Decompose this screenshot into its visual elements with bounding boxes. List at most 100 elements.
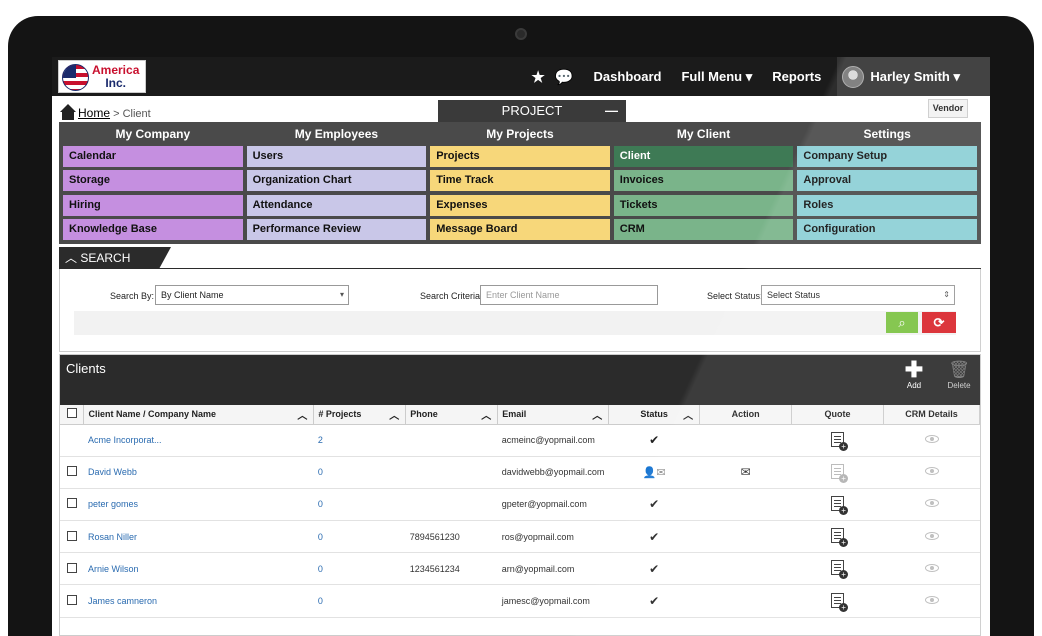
eye-icon[interactable] bbox=[924, 563, 939, 572]
menu-item-client[interactable]: Client bbox=[613, 146, 794, 167]
menu-item-organization-chart[interactable]: Organization Chart bbox=[246, 170, 427, 192]
sort-icon[interactable]: ︿ bbox=[389, 407, 399, 422]
nav-reports[interactable]: Reports bbox=[772, 69, 821, 84]
search-header[interactable]: ︿ SEARCH bbox=[59, 247, 171, 269]
add-client-button[interactable]: ✚ Add bbox=[896, 359, 932, 391]
menu-item-roles[interactable]: Roles bbox=[797, 194, 977, 216]
quote-add-icon[interactable] bbox=[831, 431, 849, 451]
menu-item-crm[interactable]: CRM bbox=[613, 219, 794, 241]
checkmark-icon: ✔ bbox=[649, 561, 660, 576]
menu-item-approval[interactable]: Approval bbox=[797, 170, 977, 192]
menu-col-title[interactable]: Settings bbox=[797, 122, 977, 146]
quote-cell bbox=[791, 584, 884, 618]
projects-count-link[interactable]: 2 bbox=[313, 424, 406, 457]
menu-item-configuration[interactable]: Configuration bbox=[797, 219, 977, 241]
nav-full-menu[interactable]: Full Menu ▾ bbox=[681, 69, 752, 85]
search-criteria-input[interactable]: Enter Client Name bbox=[480, 285, 658, 305]
row-checkbox[interactable] bbox=[66, 562, 77, 573]
eye-icon[interactable] bbox=[924, 499, 939, 508]
col-client-name[interactable]: Client Name / Company Name ︿ bbox=[83, 405, 315, 425]
reset-button[interactable]: ⟳ bbox=[922, 312, 956, 333]
quote-add-icon[interactable] bbox=[831, 560, 849, 580]
projects-count-link[interactable]: 0 bbox=[313, 456, 406, 489]
eye-icon[interactable] bbox=[924, 531, 939, 540]
client-name-link[interactable]: James camneron bbox=[83, 584, 314, 618]
breadcrumb-home-link[interactable]: Home bbox=[78, 106, 110, 120]
col-label: Status bbox=[640, 409, 668, 420]
menu-item-calendar[interactable]: Calendar bbox=[63, 146, 243, 167]
menu-item-performance-review[interactable]: Performance Review bbox=[246, 219, 427, 241]
projects-count-link[interactable]: 0 bbox=[313, 488, 406, 522]
menu-item-invoices[interactable]: Invoices bbox=[613, 170, 794, 192]
col-status[interactable]: Status ︿ bbox=[608, 405, 701, 425]
status-select[interactable]: Select Status ⇕ bbox=[761, 285, 955, 305]
chat-icon[interactable]: 💬 bbox=[555, 68, 574, 86]
quote-add-icon[interactable] bbox=[831, 592, 849, 612]
menu-item-expenses[interactable]: Expenses bbox=[430, 194, 610, 216]
client-name-link[interactable]: David Webb bbox=[83, 456, 314, 489]
quote-cell bbox=[791, 456, 884, 489]
status-cell: ✔ bbox=[608, 424, 700, 457]
company-logo[interactable]: America Inc. bbox=[58, 60, 146, 93]
collapse-icon[interactable]: — bbox=[605, 100, 618, 122]
client-name-link[interactable]: Acme Incorporat... bbox=[83, 424, 314, 457]
email-cell: jamesc@yopmail.com bbox=[497, 584, 609, 618]
projects-count-link[interactable]: 0 bbox=[313, 552, 406, 586]
menu-item-attendance[interactable]: Attendance bbox=[246, 194, 427, 216]
user-menu[interactable]: Harley Smith ▾ bbox=[837, 57, 990, 96]
invite-user-icon[interactable]: 👤✉ bbox=[643, 467, 666, 479]
menu-item-company-setup[interactable]: Company Setup bbox=[797, 146, 977, 167]
vendor-button[interactable]: Vendor bbox=[928, 99, 968, 118]
clients-header: Clients ✚ Add 🗑 Delete bbox=[60, 355, 980, 405]
projects-count-link[interactable]: 0 bbox=[313, 520, 406, 554]
client-name-link[interactable]: Rosan Niller bbox=[83, 520, 314, 554]
menu-col-title[interactable]: My Projects bbox=[430, 122, 610, 146]
col-quote: Quote bbox=[791, 405, 884, 425]
col-projects[interactable]: # Projects ︿ bbox=[313, 405, 407, 425]
menu-item-users[interactable]: Users bbox=[246, 146, 427, 167]
sort-icon[interactable]: ︿ bbox=[592, 407, 602, 422]
client-name-link[interactable]: peter gomes bbox=[83, 488, 314, 522]
row-checkbox[interactable] bbox=[66, 530, 77, 541]
camera-icon bbox=[515, 28, 527, 40]
row-select-cell bbox=[60, 456, 84, 489]
eye-icon[interactable] bbox=[924, 596, 939, 605]
col-phone[interactable]: Phone ︿ bbox=[405, 405, 499, 425]
quote-add-icon[interactable] bbox=[831, 495, 849, 515]
menu-item-message-board[interactable]: Message Board bbox=[430, 219, 610, 241]
menu-item-tickets[interactable]: Tickets bbox=[613, 194, 794, 216]
search-button[interactable]: ⌕ bbox=[886, 312, 918, 333]
row-checkbox[interactable] bbox=[66, 595, 77, 606]
row-checkbox[interactable] bbox=[66, 466, 77, 477]
home-icon[interactable] bbox=[60, 104, 76, 120]
quote-add-icon[interactable] bbox=[831, 528, 849, 548]
star-icon[interactable]: ★ bbox=[531, 68, 544, 86]
project-tab[interactable]: PROJECT — bbox=[438, 100, 626, 122]
table-row: Rosan Niller 0 7894561230 ros@yopmail.co… bbox=[60, 520, 980, 554]
menu-item-projects[interactable]: Projects bbox=[430, 146, 610, 167]
menu-item-storage[interactable]: Storage bbox=[63, 170, 243, 192]
menu-item-knowledge-base[interactable]: Knowledge Base bbox=[63, 219, 243, 241]
row-checkbox[interactable] bbox=[66, 498, 77, 509]
menu-col-title[interactable]: My Company bbox=[63, 122, 243, 146]
menu-item-hiring[interactable]: Hiring bbox=[63, 194, 243, 216]
projects-count-link[interactable]: 0 bbox=[313, 584, 406, 618]
select-all-checkbox[interactable] bbox=[66, 408, 77, 419]
menu-item-time-track[interactable]: Time Track bbox=[430, 170, 610, 192]
menu-col-title[interactable]: My Employees bbox=[247, 122, 427, 146]
eye-icon[interactable] bbox=[924, 435, 939, 444]
sort-icon[interactable]: ︿ bbox=[683, 407, 693, 422]
delete-client-button[interactable]: 🗑 Delete bbox=[941, 359, 977, 390]
col-email[interactable]: Email ︿ bbox=[497, 405, 610, 425]
quote-add-icon[interactable] bbox=[831, 463, 849, 483]
menu-col-title[interactable]: My Client bbox=[614, 122, 794, 146]
select-all-header bbox=[60, 405, 85, 425]
nav-dashboard[interactable]: Dashboard bbox=[594, 69, 662, 84]
eye-icon[interactable] bbox=[924, 467, 939, 476]
envelope-icon[interactable]: ✉ bbox=[741, 465, 751, 479]
client-name-link[interactable]: Arnie Wilson bbox=[83, 552, 314, 586]
search-by-select[interactable]: By Client Name ▾ bbox=[155, 285, 349, 305]
sort-icon[interactable]: ︿ bbox=[297, 407, 307, 422]
sort-icon[interactable]: ︿ bbox=[481, 407, 491, 422]
menu-col-my-projects: My Projects Projects Time Track Expenses… bbox=[428, 122, 612, 244]
